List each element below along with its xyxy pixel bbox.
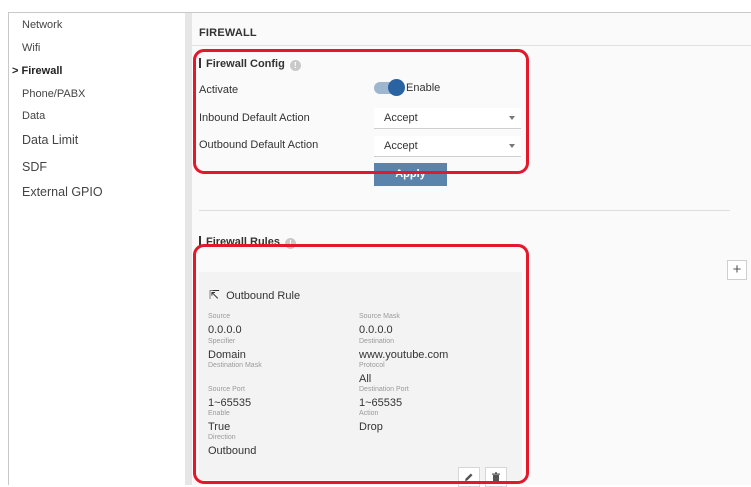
outbound-selected-value: Accept xyxy=(384,140,418,152)
destination-label: Destination xyxy=(359,338,395,345)
sidebar-item-wifi[interactable]: Wifi xyxy=(22,42,40,54)
outbound-default-action-select[interactable]: Accept xyxy=(374,136,521,157)
sidebar-divider xyxy=(185,13,192,485)
direction-value: Outbound xyxy=(208,445,257,457)
toggle-knob xyxy=(388,79,405,96)
source-mask-value: 0.0.0.0 xyxy=(359,324,393,336)
activate-toggle[interactable] xyxy=(374,79,405,96)
sidebar-item-external-gpio[interactable]: External GPIO xyxy=(22,185,103,199)
sidebar-item-data-limit[interactable]: Data Limit xyxy=(22,133,78,147)
edit-rule-button[interactable] xyxy=(458,467,480,487)
chevron-down-icon xyxy=(509,144,515,148)
protocol-value: All xyxy=(359,373,372,385)
enable-value: True xyxy=(208,421,231,433)
plus-icon: + xyxy=(732,261,742,278)
specifier-value: Domain xyxy=(208,349,246,361)
sidebar xyxy=(9,13,185,485)
action-label: Action xyxy=(359,410,379,417)
inbound-default-action-label: Inbound Default Action xyxy=(199,112,310,124)
destination-port-value: 1~65535 xyxy=(359,397,403,409)
delete-icon xyxy=(492,472,500,482)
inbound-selected-value: Accept xyxy=(384,112,418,124)
sidebar-item-data[interactable]: Data xyxy=(22,110,45,122)
toggle-label: Enable xyxy=(406,82,441,94)
destination-value: www.youtube.com xyxy=(359,349,449,361)
edit-icon xyxy=(465,473,473,481)
title-divider xyxy=(192,45,751,46)
section-divider xyxy=(199,210,730,211)
firewall-config-heading: Firewall Config! xyxy=(199,58,301,71)
rule-title-text: Outbound Rule xyxy=(226,290,301,302)
destination-mask-label: Destination Mask xyxy=(208,362,262,369)
source-value: 0.0.0.0 xyxy=(208,324,242,336)
source-mask-label: Source Mask xyxy=(359,313,400,320)
delete-rule-button[interactable] xyxy=(485,467,507,487)
sidebar-item-sdf[interactable]: SDF xyxy=(22,160,47,174)
chevron-down-icon xyxy=(509,116,515,120)
sidebar-item-firewall[interactable]: > Firewall xyxy=(12,65,62,77)
sidebar-item-network[interactable]: Network xyxy=(22,19,62,31)
heading-marker xyxy=(199,236,201,246)
source-label: Source xyxy=(208,313,231,320)
source-port-value: 1~65535 xyxy=(208,397,252,409)
action-value: Drop xyxy=(359,421,383,433)
add-rule-button[interactable]: + xyxy=(727,260,747,280)
outbound-default-action-label: Outbound Default Action xyxy=(199,139,319,151)
inbound-default-action-select[interactable]: Accept xyxy=(374,108,521,129)
apply-button[interactable]: Apply xyxy=(374,163,447,186)
info-icon[interactable]: ! xyxy=(284,238,296,249)
firewall-rules-title: Firewall Rules xyxy=(206,236,280,248)
activate-label: Activate xyxy=(199,84,239,96)
sidebar-item-phone-pabx[interactable]: Phone/PABX xyxy=(22,88,85,100)
heading-marker xyxy=(199,58,201,68)
protocol-label: Protocol xyxy=(359,362,385,369)
outbound-arrow-icon: ⇱̅ xyxy=(209,288,220,302)
info-icon[interactable]: ! xyxy=(289,60,301,71)
firewall-config-title: Firewall Config xyxy=(206,58,285,70)
page-title: FIREWALL xyxy=(199,27,257,39)
source-port-label: Source Port xyxy=(208,386,245,393)
rule-title: ⇱̅ Outbound Rule xyxy=(209,288,300,302)
enable-label: Enable xyxy=(208,410,230,417)
specifier-label: Specifier xyxy=(208,338,236,345)
destination-port-label: Destination Port xyxy=(359,386,409,393)
firewall-rules-heading: Firewall Rules! xyxy=(199,236,296,249)
direction-label: Direction xyxy=(208,434,236,441)
